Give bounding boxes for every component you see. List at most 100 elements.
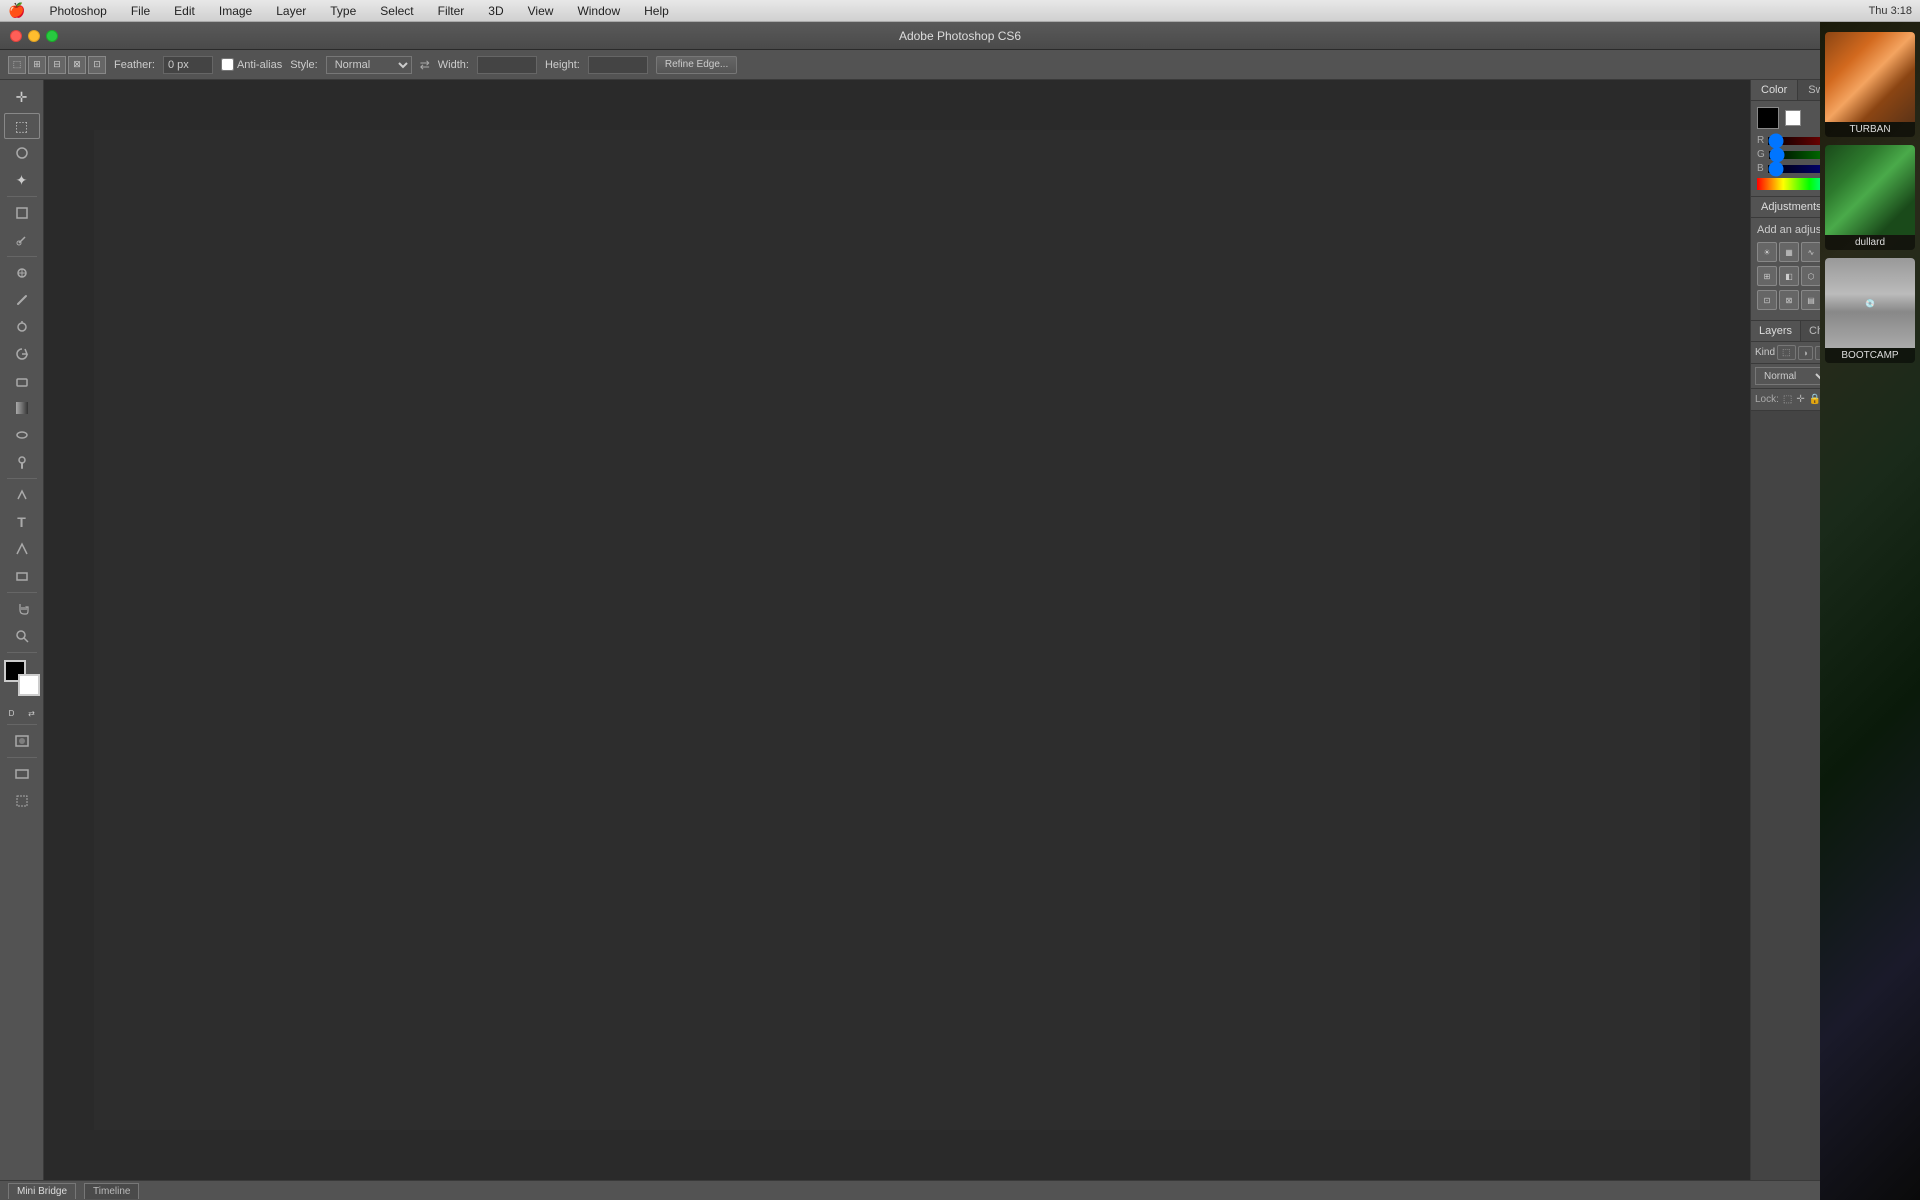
default-colors-button[interactable]: D [3, 705, 21, 721]
refine-edge-button[interactable]: Refine Edge... [656, 56, 737, 74]
threshold-icon[interactable]: ▤ [1801, 290, 1821, 310]
dullard-widget[interactable]: dullard [1825, 145, 1915, 250]
curves-icon[interactable]: ∿ [1801, 242, 1821, 262]
shape-tool[interactable] [4, 563, 40, 589]
selection-tool[interactable]: ⬚ [4, 113, 40, 139]
content-area: ✛ ⬚ ✦ [0, 80, 1920, 1180]
menubar: 🍎 Photoshop File Edit Image Layer Type S… [0, 0, 1920, 22]
blur-tool[interactable] [4, 422, 40, 448]
history-brush-tool[interactable] [4, 341, 40, 367]
menu-filter[interactable]: Filter [434, 4, 469, 18]
gradient-tool[interactable] [4, 395, 40, 421]
menu-select[interactable]: Select [376, 4, 417, 18]
minimize-button[interactable] [28, 30, 40, 42]
artboard-button[interactable] [4, 788, 40, 814]
swap-icon: ⇄ [420, 58, 430, 72]
toolbar-separator-7 [7, 757, 37, 758]
menu-file[interactable]: File [127, 4, 154, 18]
eyedropper-tool[interactable] [4, 227, 40, 253]
lock-move-icon[interactable]: ✛ [1796, 394, 1804, 405]
quick-selection-tool[interactable]: ✦ [4, 167, 40, 193]
color-balance-icon[interactable]: ⊞ [1757, 266, 1777, 286]
tab-layers[interactable]: Layers [1751, 321, 1801, 341]
bootcamp-widget[interactable]: 💿 BOOTCAMP [1825, 258, 1915, 363]
turban-label: TURBAN [1847, 122, 1892, 137]
healing-brush-tool[interactable] [4, 260, 40, 286]
tab-color[interactable]: Color [1751, 80, 1798, 100]
clone-stamp-tool[interactable] [4, 314, 40, 340]
height-input[interactable] [588, 56, 648, 74]
toolbar-separator-5 [7, 652, 37, 653]
menu-edit[interactable]: Edit [170, 4, 199, 18]
quick-mask-button[interactable] [4, 728, 40, 754]
mini-bridge-tab[interactable]: Mini Bridge [8, 1183, 76, 1199]
invert-icon[interactable]: ⊡ [1757, 290, 1777, 310]
layers-filter-pixel[interactable]: ⬚ [1777, 345, 1796, 360]
posterize-icon[interactable]: ⊠ [1779, 290, 1799, 310]
text-tool[interactable]: T [4, 509, 40, 535]
anti-alias-checkbox[interactable] [221, 58, 234, 71]
menu-layer[interactable]: Layer [272, 4, 310, 18]
hand-tool[interactable] [4, 596, 40, 622]
lock-pixels-icon[interactable]: ⬚ [1783, 394, 1792, 405]
lasso-tool[interactable] [4, 140, 40, 166]
layers-blend-mode[interactable]: Normal Multiply Screen Overlay [1755, 367, 1829, 385]
layers-filter-adjust[interactable]: ◑ [1798, 346, 1813, 360]
move-tool[interactable]: ✛ [4, 84, 40, 110]
options-tool-icon-2[interactable]: ⊞ [28, 56, 46, 74]
timeline-tab[interactable]: Timeline [84, 1183, 139, 1199]
turban-widget[interactable]: TURBAN [1825, 32, 1915, 137]
feather-input[interactable] [163, 56, 213, 74]
color-foreground-swatch[interactable] [1757, 107, 1779, 129]
title-bar: Adobe Photoshop CS6 [0, 22, 1920, 50]
toolbar: ✛ ⬚ ✦ [0, 80, 44, 1180]
black-white-icon[interactable]: ◧ [1779, 266, 1799, 286]
zoom-tool[interactable] [4, 623, 40, 649]
options-tool-icon-1[interactable]: ⬚ [8, 56, 26, 74]
toolbar-separator-3 [7, 478, 37, 479]
canvas-area [44, 80, 1750, 1180]
brightness-icon[interactable]: ☀ [1757, 242, 1777, 262]
crop-tool[interactable] [4, 200, 40, 226]
background-color[interactable] [18, 674, 40, 696]
options-tool-icon-5[interactable]: ⊡ [88, 56, 106, 74]
swap-colors-button[interactable]: ⇄ [23, 705, 41, 721]
toolbar-separator-4 [7, 592, 37, 593]
color-swatches [4, 660, 40, 696]
eraser-tool[interactable] [4, 368, 40, 394]
canvas[interactable] [94, 130, 1700, 1130]
levels-icon[interactable]: ▦ [1779, 242, 1799, 262]
menu-image[interactable]: Image [215, 4, 256, 18]
close-button[interactable] [10, 30, 22, 42]
screen-mode-button[interactable] [4, 761, 40, 787]
options-tool-icon-3[interactable]: ⊟ [48, 56, 66, 74]
menu-window[interactable]: Window [573, 4, 624, 18]
photo-filter-icon[interactable]: ⬡ [1801, 266, 1821, 286]
options-bar: ⬚ ⊞ ⊟ ⊠ ⊡ Feather: Anti-alias Style: Nor… [0, 50, 1920, 80]
window-title: Adobe Photoshop CS6 [899, 29, 1021, 43]
brush-tool[interactable] [4, 287, 40, 313]
pen-tool[interactable] [4, 482, 40, 508]
menu-photoshop[interactable]: Photoshop [45, 4, 110, 18]
menu-3d[interactable]: 3D [484, 4, 507, 18]
g-label: G [1757, 149, 1765, 160]
menu-help[interactable]: Help [640, 4, 673, 18]
maximize-button[interactable] [46, 30, 58, 42]
r-label: R [1757, 135, 1764, 146]
window-controls [10, 30, 58, 42]
style-select[interactable]: Normal Fixed Ratio Fixed Size [326, 56, 412, 74]
path-selection-tool[interactable] [4, 536, 40, 562]
turban-image [1825, 32, 1915, 122]
width-label: Width: [438, 59, 469, 71]
menu-view[interactable]: View [524, 4, 558, 18]
apple-menu[interactable]: 🍎 [8, 2, 25, 19]
menu-type[interactable]: Type [326, 4, 360, 18]
color-background-swatch[interactable] [1785, 110, 1801, 126]
bootcamp-image: 💿 [1825, 258, 1915, 348]
options-tool-icon-4[interactable]: ⊠ [68, 56, 86, 74]
width-input[interactable] [477, 56, 537, 74]
menu-time: Thu 3:18 [1869, 5, 1912, 17]
menubar-right: Thu 3:18 [1869, 5, 1912, 17]
satellite-background: TURBAN dullard 💿 BOOTCAMP [1820, 22, 1920, 1200]
dodge-tool[interactable] [4, 449, 40, 475]
